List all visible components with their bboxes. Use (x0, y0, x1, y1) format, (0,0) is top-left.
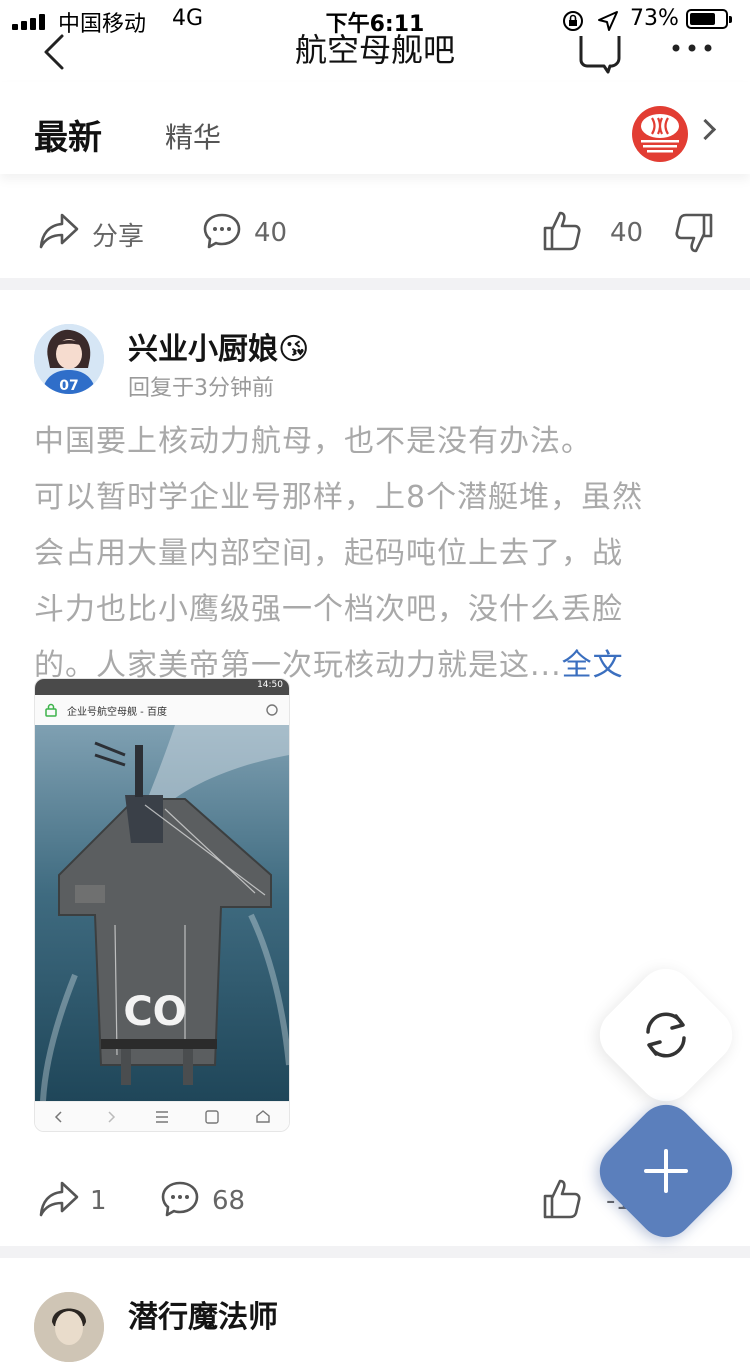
tab-featured[interactable]: 精华 (165, 116, 221, 156)
rotation-lock-icon (563, 11, 583, 31)
location-arrow-icon (598, 11, 618, 31)
share-count: 1 (90, 1186, 107, 1216)
plus-icon[interactable] (642, 1147, 690, 1195)
battery-percent: 73% (630, 6, 679, 31)
post-content[interactable]: 中国要上核动力航母，也不是没有办法。 可以暂时学企业号那样，上8个潜艇堆，虽然 … (34, 414, 724, 694)
thumb-url-bar: 企业号航空母舰 - 百度 (35, 695, 289, 726)
full-text-link[interactable]: 全文 (562, 648, 624, 683)
forum-title: 航空母舰吧 (294, 31, 455, 69)
username[interactable]: 潜行魔法师 (128, 1292, 278, 1336)
tab-bar: 最新 精华 (0, 82, 750, 174)
thumbs-up-icon[interactable] (542, 210, 582, 252)
thumb-url-text: 企业号航空母舰 - 百度 (67, 707, 167, 718)
like-count: 40 (610, 218, 644, 248)
comment-count: 40 (254, 218, 288, 248)
content-line: 会占用大量内部空间，起码吨位上去了，战 (34, 536, 623, 571)
kiss-emoji: 😘 (278, 332, 310, 367)
aircraft-carrier-photo: CO (35, 725, 289, 1101)
battery-icon (686, 9, 732, 29)
comment-icon[interactable] (202, 212, 242, 250)
tab-latest[interactable]: 最新 (34, 110, 102, 159)
forum-logo[interactable] (632, 106, 688, 162)
thumb-status-bar: 14:50 (35, 679, 289, 695)
thumbs-up-icon[interactable] (542, 1178, 582, 1220)
divider (0, 1246, 750, 1258)
content-line: 可以暂时学企业号那样，上8个潜艇堆，虽然 (34, 480, 644, 515)
divider (0, 278, 750, 290)
thumbs-down-icon[interactable] (674, 212, 714, 254)
comment-count: 68 (212, 1186, 246, 1216)
chevron-right-icon[interactable] (694, 118, 717, 141)
thumb-bottom-bar (35, 1101, 289, 1131)
comment-icon[interactable] (160, 1180, 200, 1218)
deck-letters: CO (123, 989, 186, 1035)
message-icon[interactable] (578, 34, 622, 74)
username[interactable]: 兴业小厨娘 (128, 332, 278, 367)
more-options-icon[interactable] (670, 42, 714, 54)
share-icon[interactable] (38, 212, 80, 250)
refresh-icon[interactable] (640, 1010, 692, 1060)
post-timestamp: 回复于3分钟前 (128, 376, 274, 401)
avatar[interactable]: 07 (34, 324, 104, 394)
prev-post-action-bar: 分享 40 40 (0, 190, 750, 276)
post-image[interactable]: 14:50 企业号航空母舰 - 百度 CO (34, 678, 290, 1132)
post-author[interactable]: 兴业小厨娘😘 (128, 324, 309, 368)
share-label[interactable]: 分享 (92, 216, 144, 253)
share-icon[interactable] (38, 1180, 80, 1218)
lock-icon (45, 703, 57, 717)
reload-icon (266, 704, 278, 716)
content-line: 斗力也比小鹰级强一个档次吧，没什么丢脸 (34, 592, 623, 627)
jersey-number: 07 (59, 378, 78, 394)
content-line: 中国要上核动力航母，也不是没有办法。 (34, 424, 592, 459)
avatar[interactable] (34, 1292, 104, 1362)
